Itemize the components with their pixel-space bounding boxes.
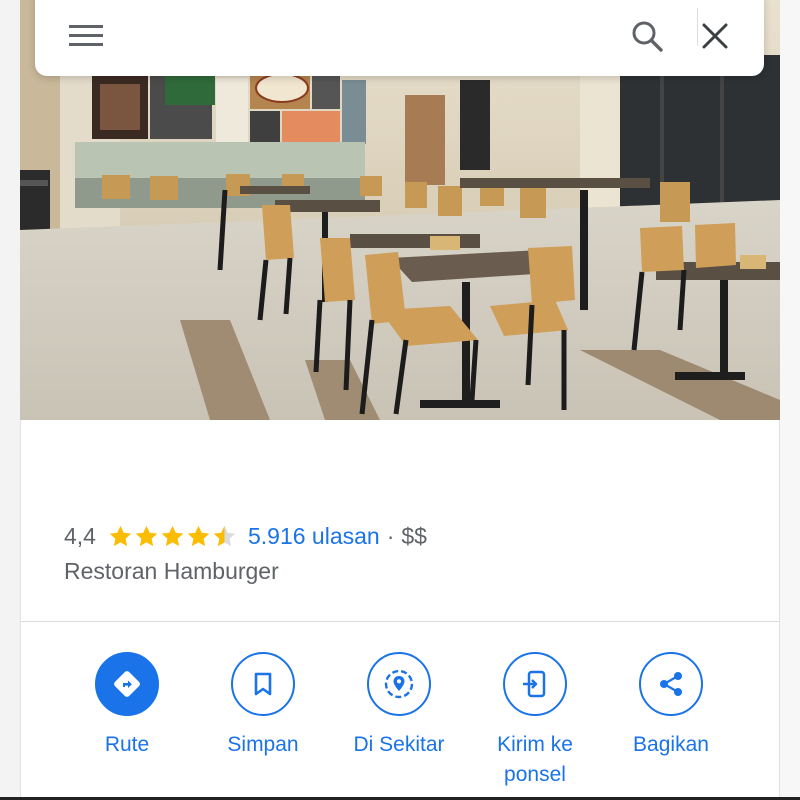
send-to-phone-icon: [523, 670, 546, 698]
save-button[interactable]: Simpan: [195, 652, 331, 760]
rating-row: 4,4 5.916 ulasan · $$: [64, 518, 427, 554]
share-icon: [660, 672, 682, 696]
close-button[interactable]: [685, 6, 745, 66]
send-to-phone-label: Kirim ke ponsel: [497, 733, 573, 786]
reviews-link[interactable]: 5.916 ulasan: [248, 523, 380, 550]
star-full-icon: [187, 525, 210, 546]
share-button[interactable]: Bagikan: [603, 652, 739, 760]
close-icon: [702, 23, 728, 49]
star-full-icon: [135, 525, 158, 546]
nearby-button-circle[interactable]: [367, 652, 431, 716]
bookmark-icon: [254, 672, 272, 696]
left-edge: [0, 0, 21, 800]
nearby-label: Di Sekitar: [353, 733, 445, 756]
send-to-phone-button[interactable]: Kirim ke ponsel: [467, 652, 603, 790]
right-edge: [779, 0, 800, 800]
directions-label: Rute: [104, 733, 150, 756]
search-button[interactable]: [617, 6, 677, 66]
directions-button[interactable]: Rute: [59, 652, 195, 760]
star-full-icon: [161, 525, 184, 546]
star-half-icon: [213, 525, 236, 546]
section-divider: [20, 621, 780, 622]
menu-button[interactable]: [57, 6, 117, 66]
save-button-circle[interactable]: [231, 652, 295, 716]
search-icon: [632, 21, 663, 52]
place-category: Restoran Hamburger: [64, 558, 279, 584]
send-to-phone-button-circle[interactable]: [503, 652, 567, 716]
search-input[interactable]: [145, 16, 609, 54]
nearby-icon: [384, 669, 414, 699]
share-button-circle[interactable]: [639, 652, 703, 716]
star-rating: [108, 524, 238, 549]
rating-value: 4,4: [64, 522, 96, 549]
directions-icon: [114, 671, 140, 697]
save-label: Simpan: [227, 733, 299, 756]
nearby-button[interactable]: Di Sekitar: [331, 652, 467, 760]
price-level: $$: [401, 522, 427, 549]
separator-dot: ·: [386, 522, 395, 549]
star-full-icon: [109, 525, 132, 546]
search-bar: [35, 0, 764, 76]
share-label: Bagikan: [633, 733, 709, 756]
hamburger-menu-icon: [69, 25, 103, 46]
directions-button-circle[interactable]: [95, 652, 159, 716]
